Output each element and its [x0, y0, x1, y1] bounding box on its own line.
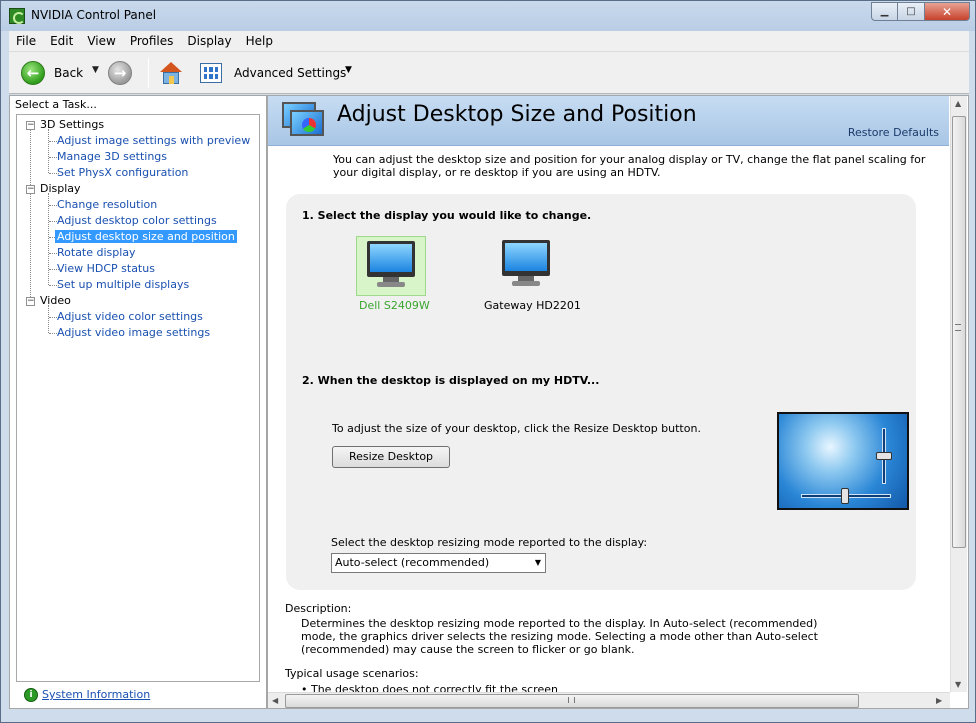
task-adjust-video-image[interactable]: Adjust video image settings [55, 326, 212, 339]
tree-line [48, 129, 49, 173]
task-pane: Select a Task... − 3D Settings Adjust im… [9, 95, 267, 709]
page-title: Adjust Desktop Size and Position [337, 102, 697, 127]
nvidia-icon [9, 8, 25, 24]
advanced-settings-icon[interactable] [200, 63, 222, 83]
back-button-label[interactable]: Back [54, 66, 83, 80]
menu-view[interactable]: View [80, 34, 122, 48]
tree-collapse-video[interactable]: − [26, 297, 35, 306]
resize-instructions: To adjust the size of your desktop, clic… [332, 422, 701, 435]
nvidia-control-panel-window: NVIDIA Control Panel ▁ □ ✕ File Edit Vie… [0, 0, 976, 723]
scroll-grip-icon [955, 324, 961, 331]
advanced-settings-button[interactable]: Advanced Settings [234, 66, 346, 80]
desktop-size-preview [777, 412, 909, 510]
display-settings-icon [282, 102, 326, 140]
menu-help[interactable]: Help [239, 34, 280, 48]
display-label-dell[interactable]: Dell S2409W [359, 299, 430, 312]
content-pane: Adjust Desktop Size and Position Restore… [267, 95, 969, 709]
home-icon[interactable] [159, 62, 183, 84]
task-setup-multiple-displays[interactable]: Set up multiple displays [55, 278, 191, 291]
task-pane-header: Select a Task... [15, 98, 97, 111]
typical-usage-heading: Typical usage scenarios: [285, 667, 419, 680]
display-card-gateway[interactable] [492, 236, 562, 296]
task-adjust-desktop-size-position[interactable]: Adjust desktop size and position [55, 230, 237, 243]
task-tree: − 3D Settings Adjust image settings with… [16, 114, 260, 682]
scroll-up-icon[interactable]: ▲ [955, 99, 961, 108]
task-view-hdcp-status[interactable]: View HDCP status [55, 262, 157, 275]
minimize-button[interactable]: ▁ [871, 2, 898, 21]
advanced-settings-dropdown[interactable]: ▼ [345, 65, 352, 75]
scroll-right-icon[interactable]: ▶ [936, 696, 942, 705]
monitor-icon [367, 241, 415, 287]
resize-desktop-button[interactable]: Resize Desktop [332, 446, 450, 468]
horizontal-scrollbar[interactable]: ◀ ▶ [268, 692, 950, 708]
tree-line [30, 129, 31, 297]
tree-category-display[interactable]: Display [40, 182, 81, 195]
scroll-grip-icon [568, 697, 575, 703]
restore-defaults-link[interactable]: Restore Defaults [848, 126, 939, 139]
back-history-dropdown[interactable]: ▼ [92, 65, 99, 75]
tree-collapse-3d-settings[interactable]: − [26, 121, 35, 130]
scroll-left-icon[interactable]: ◀ [272, 696, 278, 705]
task-adjust-image-settings[interactable]: Adjust image settings with preview [55, 134, 252, 147]
vertical-scroll-thumb[interactable] [952, 116, 966, 548]
toolbar-separator [148, 58, 149, 88]
chevron-down-icon[interactable]: ▼ [535, 554, 541, 572]
step-1-heading: 1. Select the display you would like to … [302, 209, 592, 222]
system-information-link[interactable]: System Information [42, 688, 150, 701]
tree-line [48, 305, 49, 333]
menu-display[interactable]: Display [180, 34, 238, 48]
tree-line [48, 193, 49, 285]
display-label-gateway[interactable]: Gateway HD2201 [484, 299, 581, 312]
step-2-heading: 2. When the desktop is displayed on my H… [302, 374, 600, 387]
vertical-scrollbar[interactable]: ▲ ▼ [950, 96, 967, 692]
settings-section: 1. Select the display you would like to … [286, 194, 916, 590]
task-manage-3d-settings[interactable]: Manage 3D settings [55, 150, 169, 163]
window-title: NVIDIA Control Panel [31, 8, 157, 22]
maximize-button[interactable]: □ [898, 2, 925, 21]
close-button[interactable]: ✕ [925, 2, 970, 21]
title-bar[interactable]: NVIDIA Control Panel ▁ □ ✕ [1, 1, 975, 31]
task-rotate-display[interactable]: Rotate display [55, 246, 138, 259]
menu-file[interactable]: File [9, 34, 43, 48]
task-set-physx[interactable]: Set PhysX configuration [55, 166, 190, 179]
scroll-down-icon[interactable]: ▼ [955, 680, 961, 689]
description-heading: Description: [285, 602, 352, 615]
resize-mode-label: Select the desktop resizing mode reporte… [331, 536, 648, 549]
caption-buttons: ▁ □ ✕ [871, 2, 970, 21]
task-change-resolution[interactable]: Change resolution [55, 198, 159, 211]
page-intro-text: You can adjust the desktop size and posi… [333, 153, 926, 179]
system-information-icon[interactable]: i [24, 688, 38, 702]
description-text: Determines the desktop resizing mode rep… [301, 617, 818, 656]
resize-mode-select[interactable]: Auto-select (recommended) ▼ [331, 553, 546, 573]
menu-edit[interactable]: Edit [43, 34, 80, 48]
forward-arrow-icon[interactable]: → [108, 61, 132, 85]
tree-category-3d-settings[interactable]: 3D Settings [40, 118, 104, 131]
menu-bar: File Edit View Profiles Display Help [9, 31, 969, 52]
vertical-size-thumb [876, 452, 892, 460]
tree-category-video[interactable]: Video [40, 294, 71, 307]
page-banner: Adjust Desktop Size and Position Restore… [268, 96, 949, 146]
task-adjust-desktop-color[interactable]: Adjust desktop color settings [55, 214, 219, 227]
back-arrow-icon[interactable]: ← [21, 61, 45, 85]
monitor-icon [502, 240, 550, 286]
toolbar: ← Back ▼ → Advanced Settings ▼ [9, 52, 969, 94]
display-card-dell[interactable] [356, 236, 426, 296]
task-adjust-video-color[interactable]: Adjust video color settings [55, 310, 205, 323]
tree-collapse-display[interactable]: − [26, 185, 35, 194]
horizontal-size-thumb [841, 488, 849, 504]
resize-mode-value: Auto-select (recommended) [335, 556, 490, 569]
menu-profiles[interactable]: Profiles [123, 34, 181, 48]
